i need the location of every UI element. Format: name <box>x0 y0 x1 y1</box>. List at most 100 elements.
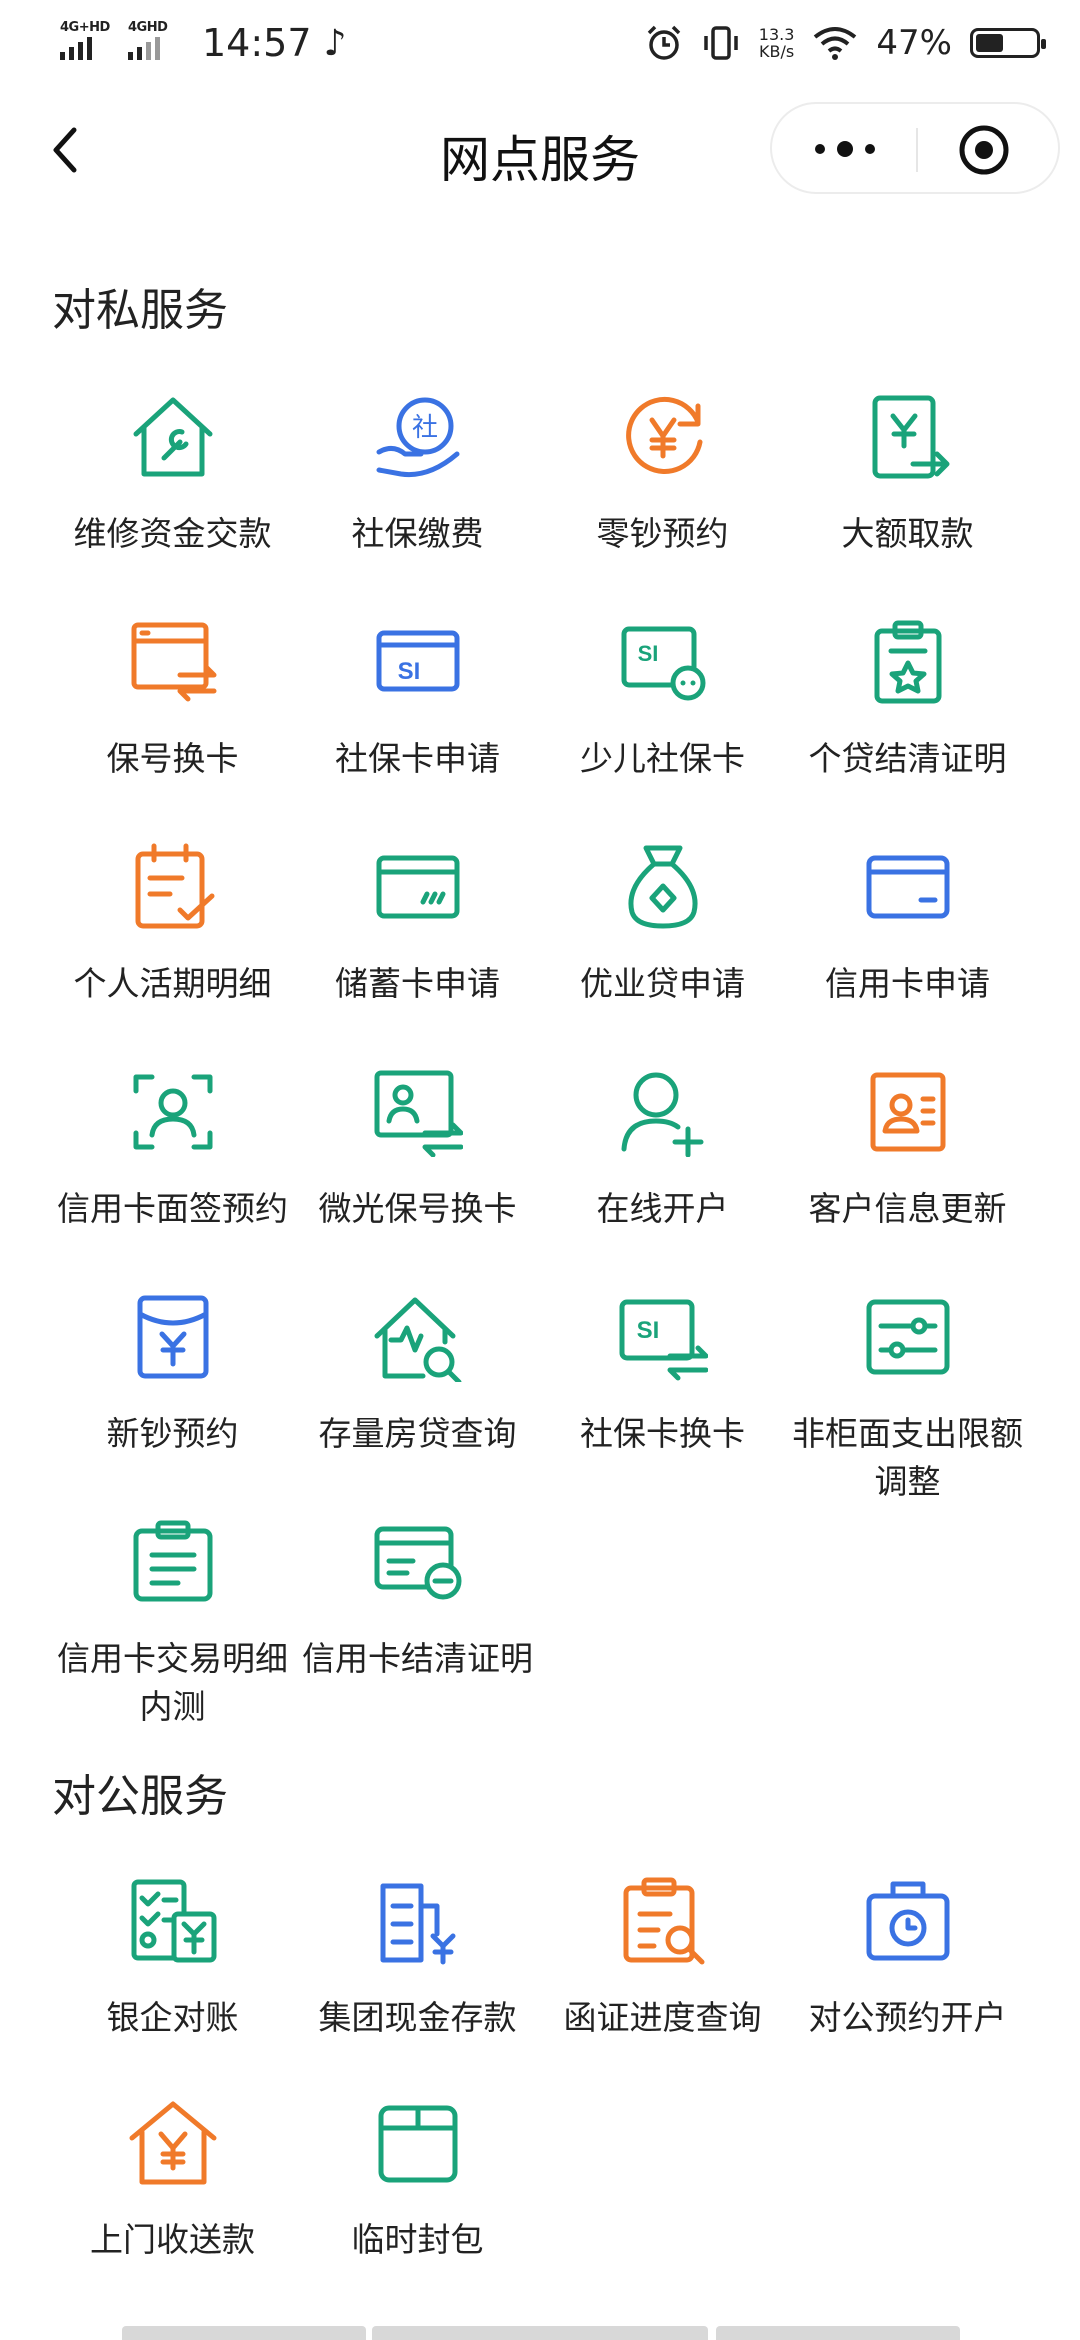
service-label: 新钞预约 <box>106 1414 239 1453</box>
service-tile[interactable]: 客户信息更新 <box>785 1067 1030 1292</box>
signal-icon: 4G+HD <box>58 20 118 66</box>
nav-bar: 网点服务 <box>0 84 1080 214</box>
si-card-icon: SI <box>376 630 460 692</box>
service-tile[interactable]: 对公预约开户 <box>785 1876 1030 2101</box>
credit-card-icon <box>866 855 950 919</box>
add-user-icon <box>621 1072 704 1157</box>
bottom-bar-segment <box>122 2326 366 2340</box>
service-label: 信用卡面签预约 <box>57 1189 288 1228</box>
clock: 14:57 <box>202 21 312 65</box>
service-label: 非柜面支出限额 调整 <box>792 1414 1023 1501</box>
network-speed: 13.3 KB/s <box>758 25 795 61</box>
house-wrench-icon <box>133 397 213 477</box>
service-tile[interactable]: 在线开户 <box>540 1067 785 1292</box>
service-label: 函证进度查询 <box>563 1998 762 2037</box>
si-card-child-icon: SI <box>621 626 706 701</box>
service-tile[interactable]: 社社保缴费 <box>295 392 540 617</box>
more-options-button[interactable] <box>810 134 880 164</box>
yuan-refresh-icon <box>626 396 703 474</box>
service-label: 保号换卡 <box>106 739 239 778</box>
service-tile[interactable]: 零钞预约 <box>540 392 785 617</box>
checklist-yuan-icon <box>131 1879 217 1963</box>
service-tile[interactable]: 信用卡面签预约 <box>50 1067 295 1292</box>
bottom-bar-segment <box>716 2326 960 2340</box>
service-tile[interactable]: 集团现金存款 <box>295 1876 540 2101</box>
tiktok-icon: ♪ <box>323 22 347 64</box>
service-tile[interactable]: 信用卡申请 <box>785 842 1030 1067</box>
service-label: 维修资金交款 <box>73 514 272 553</box>
house-search-icon <box>374 1297 462 1382</box>
service-label: 信用卡申请 <box>825 964 990 1003</box>
service-label: 社保缴费 <box>351 514 484 553</box>
service-tile[interactable]: 微光保号换卡 <box>295 1067 540 1292</box>
service-label: 社保卡申请 <box>335 739 500 778</box>
battery-percent: 47% <box>876 23 952 63</box>
service-label: 零钞预约 <box>596 514 729 553</box>
capsule-divider <box>916 128 918 172</box>
sliders-icon <box>866 1299 950 1375</box>
service-tile[interactable]: 信用卡结清证明 <box>295 1517 540 1742</box>
vibrate-icon <box>704 26 738 60</box>
service-tile[interactable]: 银企对账 <box>50 1876 295 2101</box>
service-tile[interactable]: 存量房贷查询 <box>295 1292 540 1517</box>
service-tile[interactable]: 个人活期明细 <box>50 842 295 1067</box>
alarm-icon <box>647 25 681 60</box>
service-label: 银企对账 <box>106 1998 239 2037</box>
status-bar: 4G+HD 4GHD 14:57 ♪ 13.3 KB/s 47% <box>0 0 1080 84</box>
clipboard-lines-icon <box>133 1520 213 1602</box>
bag-clock-icon <box>866 1881 950 1961</box>
service-tile[interactable]: 临时封包 <box>295 2098 540 2323</box>
package-icon <box>378 2105 458 2183</box>
si-card-swap-icon: SI <box>619 1299 708 1381</box>
service-tile[interactable]: 优业贷申请 <box>540 842 785 1067</box>
debit-card-icon <box>376 855 460 919</box>
signal-icon-2: 4GHD <box>126 20 186 66</box>
service-label: 上门收送款 <box>90 2220 255 2259</box>
service-tile[interactable]: 函证进度查询 <box>540 1876 785 2101</box>
service-label: 存量房贷查询 <box>318 1414 517 1453</box>
clipboard-search-icon <box>623 1877 705 1965</box>
service-tile[interactable]: 保号换卡 <box>50 617 295 842</box>
building-yuan-icon <box>380 1883 456 1965</box>
svg-text:SI: SI <box>638 641 659 666</box>
service-tile[interactable]: 非柜面支出限额 调整 <box>785 1292 1030 1517</box>
service-tile[interactable]: SI 社保卡申请 <box>295 617 540 842</box>
money-bag-icon <box>628 845 698 929</box>
svg-text:SI: SI <box>398 658 421 685</box>
svg-text:社: 社 <box>412 413 438 443</box>
service-label: 大额取款 <box>841 514 974 553</box>
service-label: 客户信息更新 <box>808 1189 1007 1228</box>
wifi-icon <box>814 27 857 60</box>
service-tile[interactable]: 大额取款 <box>785 392 1030 617</box>
service-tile[interactable]: 维修资金交款 <box>50 392 295 617</box>
service-label: 信用卡交易明细 内测 <box>57 1639 288 1726</box>
contact-card-icon <box>870 1072 946 1152</box>
service-label: 在线开户 <box>596 1189 729 1228</box>
network-type-label-2: 4GHD <box>128 20 168 35</box>
service-tile[interactable]: 信用卡交易明细 内测 <box>50 1517 295 1742</box>
bottom-bar-segment <box>372 2326 708 2340</box>
window-swap-icon <box>131 622 217 702</box>
hand-social-icon: 社 <box>376 397 460 478</box>
section-title-corporate: 对公服务 <box>52 1771 228 1822</box>
service-label: 个贷结清证明 <box>808 739 1007 778</box>
service-label: 微光保号换卡 <box>318 1189 517 1228</box>
service-label: 信用卡结清证明 <box>302 1639 533 1678</box>
service-tile[interactable]: 新钞预约 <box>50 1292 295 1517</box>
calendar-check-icon <box>135 843 215 929</box>
battery-icon <box>970 28 1046 58</box>
svg-text:SI: SI <box>637 1317 660 1344</box>
service-tile[interactable]: 储蓄卡申请 <box>295 842 540 1067</box>
card-minus-icon <box>374 1526 462 1600</box>
clipboard-star-icon <box>874 620 942 704</box>
service-tile[interactable]: 上门收送款 <box>50 2098 295 2323</box>
person-card-swap-icon <box>374 1070 463 1157</box>
service-tile[interactable]: SI 少儿社保卡 <box>540 617 785 842</box>
service-label: 集团现金存款 <box>318 1998 517 2037</box>
service-tile[interactable]: SI 社保卡换卡 <box>540 1292 785 1517</box>
close-mini-program-button[interactable] <box>958 124 1010 176</box>
service-label: 对公预约开户 <box>808 1998 1007 2037</box>
service-tile[interactable]: 个贷结清证明 <box>785 617 1030 842</box>
service-label: 社保卡换卡 <box>580 1414 745 1453</box>
service-label: 个人活期明细 <box>73 964 272 1003</box>
